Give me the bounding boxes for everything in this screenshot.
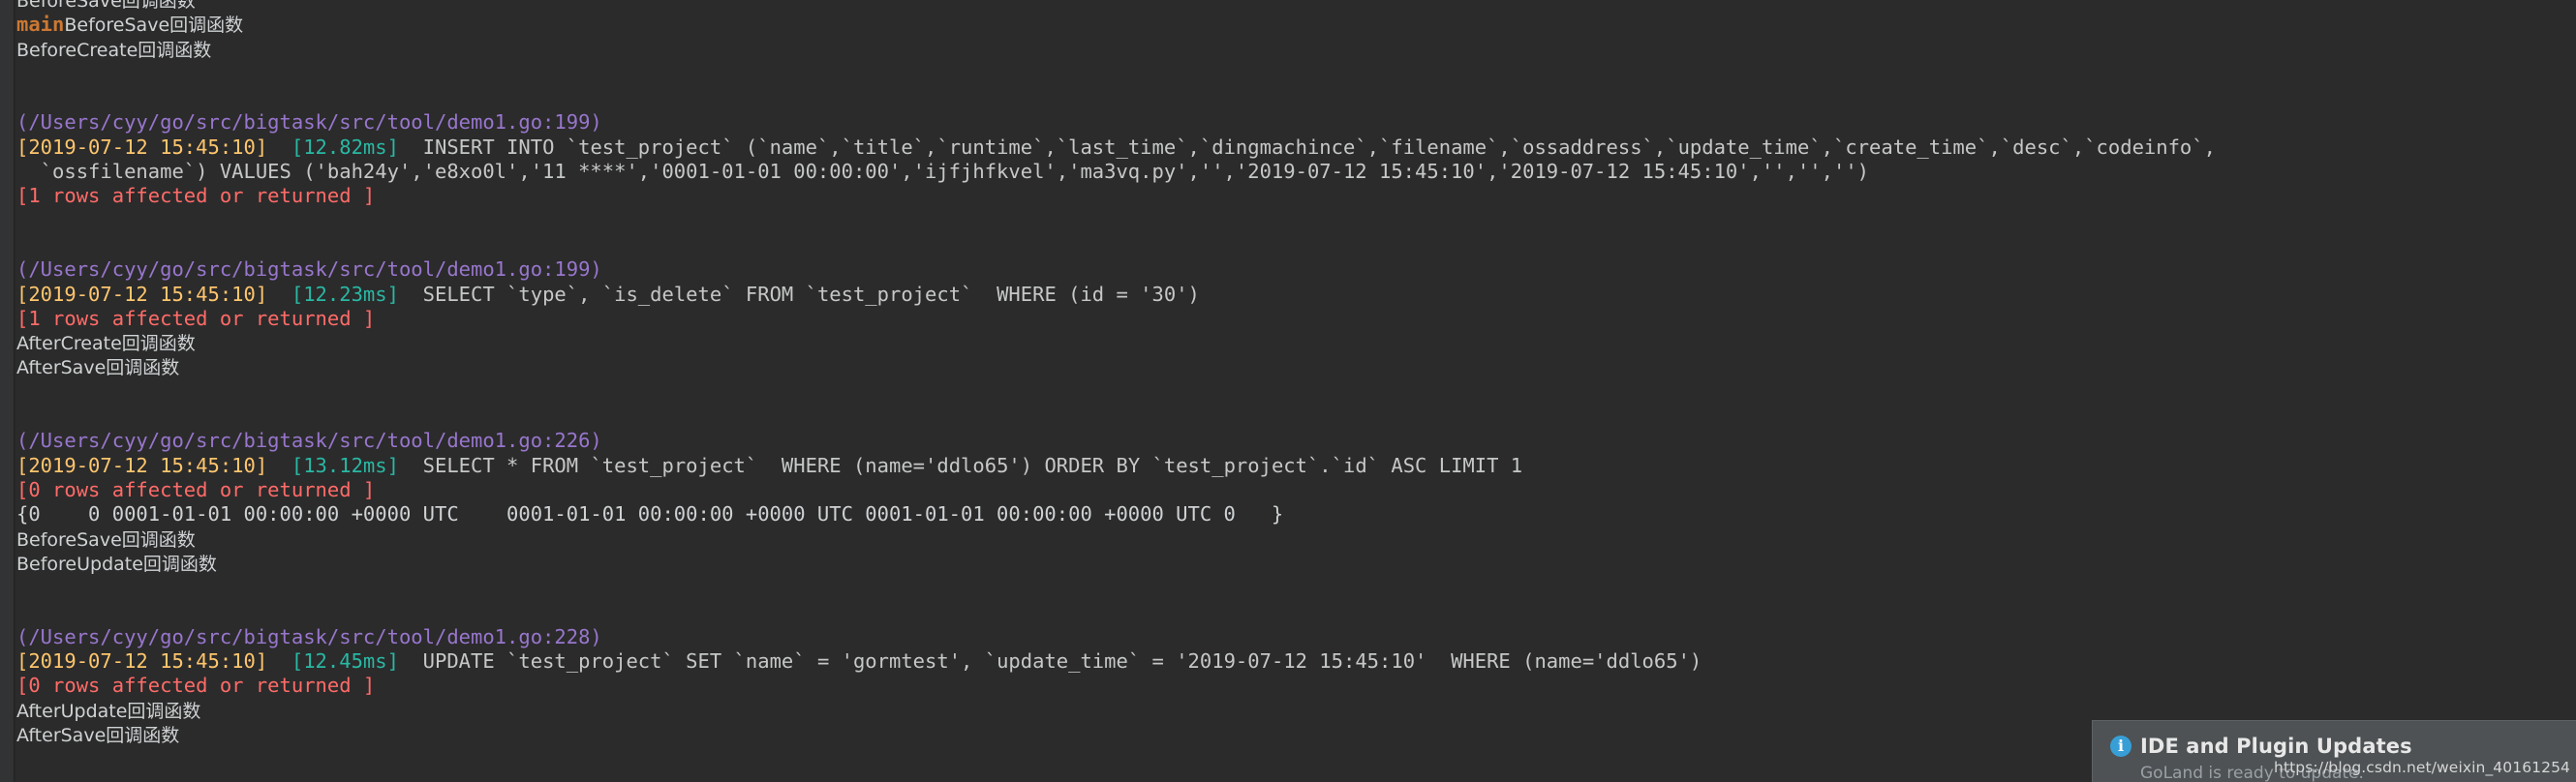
console-line-path: (/Users/cyy/go/src/bigtask/src/tool/demo…: [16, 110, 2573, 135]
console-line-segment: BeforeUpdate回调函数: [16, 553, 217, 575]
console-line-cutoff: BeforeSave回调函数: [16, 0, 2573, 13]
console-line-segment: BeforeSave回调函数: [64, 15, 244, 37]
console-line-segment: AfterCreate回调函数: [16, 333, 196, 355]
console-line-struct: {0 0 0001-01-01 00:00:00 +0000 UTC 0001-…: [16, 502, 2573, 526]
console-line-segment: AfterSave回调函数: [16, 724, 180, 746]
console-line-sql: [2019-07-12 15:45:10] [13.12ms] SELECT *…: [16, 454, 2573, 478]
console-line-rows: [1 rows affected or returned ]: [16, 184, 2573, 208]
console-line-segment: (/Users/cyy/go/src/bigtask/src/tool/demo…: [16, 110, 602, 135]
console-output-panel[interactable]: BeforeSave回调函数 mainBeforeSave回调函数 BeforeCr…: [0, 0, 2576, 782]
console-line-rows: [0 rows affected or returned ]: [16, 478, 2573, 502]
console-line-sql: [2019-07-12 15:45:10] [12.23ms] SELECT `…: [16, 283, 2573, 307]
console-line-path: (/Users/cyy/go/src/bigtask/src/tool/demo…: [16, 429, 2573, 453]
console-line-plain: BeforeCreate回调函数: [16, 38, 2573, 62]
console-line-plain: AfterCreate回调函数: [16, 331, 2573, 355]
console-line-segment: [2019-07-12 15:45:10]: [16, 282, 268, 306]
notification-title: IDE and Plugin Updates: [2140, 735, 2412, 758]
console-line-segment: [12.82ms]: [291, 135, 399, 159]
console-line-segment: BeforeSave回调函数: [16, 0, 196, 12]
console-log-area[interactable]: BeforeSave回调函数 mainBeforeSave回调函数 BeforeCr…: [16, 0, 2573, 747]
console-line-segment: [2019-07-12 15:45:10]: [16, 135, 268, 159]
console-line-path: (/Users/cyy/go/src/bigtask/src/tool/demo…: [16, 257, 2573, 282]
console-line-segment: (/Users/cyy/go/src/bigtask/src/tool/demo…: [16, 257, 602, 282]
console-line-segment: [2019-07-12 15:45:10]: [16, 453, 268, 477]
console-line-segment: SELECT * FROM `test_project` WHERE (name…: [398, 453, 1523, 477]
console-line-rows: [1 rows affected or returned ]: [16, 307, 2573, 331]
console-line-segment: `ossfilename`) VALUES ('bah24y','e8xo0l'…: [16, 160, 1870, 184]
csdn-watermark: https://blog.csdn.net/weixin_40161254: [2274, 759, 2570, 776]
console-line-segment: [267, 649, 291, 673]
console-line-segment: {0 0 0001-01-01 00:00:00 +0000 UTC 0001-…: [16, 502, 1284, 526]
console-line-segment: [12.45ms]: [291, 649, 399, 674]
notification-header-row: i IDE and Plugin Updates: [2110, 735, 2576, 758]
console-line-segment: UPDATE `test_project` SET `name` = 'gorm…: [398, 649, 1702, 674]
console-line-rows: [0 rows affected or returned ]: [16, 674, 2573, 698]
console-line-segment: [0 rows affected or returned ]: [16, 477, 376, 501]
console-line-segment: [12.23ms]: [291, 282, 399, 306]
info-icon: i: [2110, 736, 2131, 757]
console-line-segment: [2019-07-12 15:45:10]: [16, 649, 268, 674]
console-line-segment: BeforeSave回调函数: [16, 528, 196, 551]
console-line-segment: AfterSave回调函数: [16, 357, 180, 379]
console-line-segment: (/Users/cyy/go/src/bigtask/src/tool/demo…: [16, 624, 602, 648]
console-line-segment: [1 rows affected or returned ]: [16, 184, 376, 208]
console-line-segment: [267, 454, 291, 477]
console-line-sql: `ossfilename`) VALUES ('bah24y','e8xo0l'…: [16, 160, 2573, 184]
console-line-plain: BeforeSave回调函数: [16, 527, 2573, 552]
console-line-segment: main: [16, 13, 65, 37]
console-line-segment: BeforeCreate回调函数: [16, 39, 212, 61]
console-line-plain: AfterSave回调函数: [16, 355, 2573, 379]
console-line-sql: [2019-07-12 15:45:10] [12.82ms] INSERT I…: [16, 135, 2573, 160]
console-line-segment: [0 rows affected or returned ]: [16, 674, 376, 698]
console-line-segment: [13.12ms]: [291, 453, 399, 477]
console-line-plain: BeforeUpdate回调函数: [16, 552, 2573, 576]
console-line-path: (/Users/cyy/go/src/bigtask/src/tool/demo…: [16, 625, 2573, 649]
console-line-sql: [2019-07-12 15:45:10] [12.45ms] UPDATE `…: [16, 649, 2573, 674]
console-line-segment: [1 rows affected or returned ]: [16, 306, 376, 330]
console-line-segment: AfterUpdate回调函数: [16, 700, 201, 722]
console-line-segment: (/Users/cyy/go/src/bigtask/src/tool/demo…: [16, 429, 602, 453]
console-line-mixed: mainBeforeSave回调函数: [16, 13, 2573, 37]
console-line-segment: INSERT INTO `test_project` (`name`,`titl…: [398, 135, 2216, 159]
console-line-segment: [267, 135, 291, 159]
console-line-segment: SELECT `type`, `is_delete` FROM `test_pr…: [398, 282, 1200, 306]
console-line-segment: [267, 283, 291, 306]
console-left-gutter: [0, 0, 14, 782]
